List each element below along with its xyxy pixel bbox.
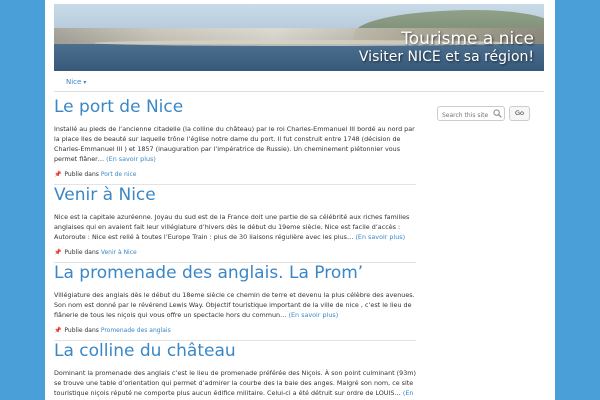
read-more-link[interactable]: (En savoir plus): [106, 155, 156, 163]
post-title[interactable]: Le port de Nice: [54, 96, 416, 118]
search-icon[interactable]: [493, 109, 502, 118]
post-excerpt: Installé au pieds de l’ancienne citadell…: [54, 124, 416, 164]
post-title[interactable]: La colline du château: [54, 340, 416, 362]
meta-prefix: Publie dans: [64, 327, 99, 334]
site-title[interactable]: Tourisme a nice: [401, 30, 534, 48]
post-excerpt: Nice est la capitale azuréenne. Joyau du…: [54, 212, 416, 242]
search-form: Go: [437, 106, 549, 121]
page-container: Tourisme a nice Visiter NICE et sa régio…: [45, 0, 555, 400]
excerpt-text: Dominant la promenade des anglais c’est …: [54, 369, 416, 397]
read-more-link[interactable]: (En savoir plus): [289, 311, 339, 319]
nav-item-nice[interactable]: Nice ▾: [66, 78, 86, 86]
meta-prefix: Publie dans: [64, 249, 99, 256]
post-meta: 📌 Publie dans Promenade des anglais: [54, 327, 416, 341]
post-article: La promenade des anglais. La Prom’ Villé…: [54, 262, 416, 341]
nav-item-label: Nice: [66, 78, 82, 86]
pin-icon: 📌: [54, 171, 62, 178]
caret-down-icon: ▾: [83, 79, 87, 86]
post-meta: 📌 Publie dans Venir à Nice: [54, 249, 416, 263]
main-nav: Nice ▾: [54, 74, 544, 92]
post-article: Venir à Nice Nice est la capitale azurée…: [54, 184, 416, 263]
pin-icon: 📌: [54, 327, 62, 334]
header-banner[interactable]: Tourisme a nice Visiter NICE et sa régio…: [54, 4, 544, 71]
pin-icon: 📌: [54, 249, 62, 256]
post-title[interactable]: Venir à Nice: [54, 184, 416, 206]
post-article: Le port de Nice Installé au pieds de l’a…: [54, 96, 416, 185]
read-more-link[interactable]: (En savoir plus): [355, 233, 405, 241]
site-tagline: Visiter NICE et sa région!: [358, 49, 534, 65]
post-title[interactable]: La promenade des anglais. La Prom’: [54, 262, 416, 284]
post-meta: 📌 Publie dans Port de nice: [54, 171, 416, 185]
post-excerpt: Villégiature des anglais dès le début du…: [54, 290, 416, 320]
post-excerpt: Dominant la promenade des anglais c’est …: [54, 368, 416, 400]
category-link[interactable]: Port de nice: [101, 171, 137, 178]
meta-prefix: Publie dans: [64, 171, 99, 178]
category-link[interactable]: Promenade des anglais: [101, 327, 171, 334]
excerpt-text: Villégiature des anglais dès le début du…: [54, 291, 415, 319]
search-go-button[interactable]: Go: [509, 106, 530, 121]
category-link[interactable]: Venir à Nice: [101, 249, 137, 256]
post-article: La colline du château Dominant la promen…: [54, 340, 416, 400]
